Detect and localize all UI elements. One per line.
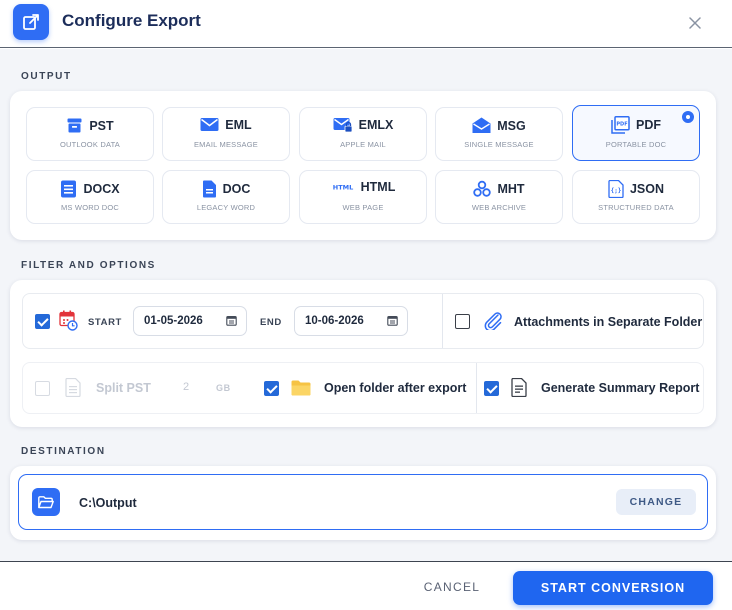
end-date-input[interactable]: 10-06-2026	[294, 306, 408, 336]
folder-open-icon	[32, 488, 60, 516]
paperclip-icon	[483, 312, 503, 330]
format-name: DOCX	[83, 182, 120, 196]
format-description: PORTABLE DOC	[605, 140, 667, 149]
calendar-icon	[387, 315, 398, 326]
envelope-open-icon	[472, 117, 491, 134]
format-description: SINGLE MESSAGE	[464, 140, 534, 149]
format-tile-mht[interactable]: MHT WEB ARCHIVE	[435, 170, 563, 224]
format-tile-doc[interactable]: DOC LEGACY WORD	[162, 170, 290, 224]
date-filter-row: START 01-05-2026 END 10-06-2026 Attachme…	[22, 293, 704, 349]
format-name: MSG	[497, 118, 526, 133]
filter-options-card: START 01-05-2026 END 10-06-2026 Attachme…	[10, 280, 716, 427]
format-name: PST	[89, 118, 114, 133]
format-description: WEB PAGE	[342, 203, 384, 212]
format-name: HTML	[360, 180, 396, 194]
format-name: EML	[225, 117, 252, 132]
format-name: DOC	[222, 182, 251, 196]
split-file-icon	[65, 378, 81, 397]
attachments-label: Attachments in Separate Folder	[514, 315, 703, 329]
dialog-header: Configure Export	[0, 0, 732, 48]
calendar-icon	[226, 315, 237, 326]
close-icon[interactable]	[684, 12, 706, 34]
divider	[476, 363, 477, 413]
format-tile-emlx[interactable]: EMLX APPLE MAIL	[299, 107, 427, 161]
calendar-clock-icon	[59, 310, 78, 331]
end-date-label: END	[260, 317, 282, 328]
svg-text:{;}: {;}	[611, 188, 622, 195]
filter-section-label: FILTER AND OPTIONS	[21, 260, 156, 271]
summary-report-checkbox[interactable]	[484, 381, 499, 396]
options-row: Split PST 2 GB Open folder after export …	[22, 362, 704, 414]
dialog-footer: CANCEL START CONVERSION	[0, 561, 732, 610]
format-tile-json[interactable]: {;} JSON STRUCTURED DATA	[572, 170, 700, 224]
pdf-icon: PDF	[611, 116, 630, 134]
attachments-checkbox[interactable]	[455, 314, 470, 329]
format-description: WEB ARCHIVE	[471, 203, 527, 212]
format-description: EMAIL MESSAGE	[193, 140, 258, 149]
change-destination-button[interactable]: CHANGE	[616, 489, 696, 515]
format-tile-html[interactable]: HTML HTML WEB PAGE	[299, 170, 427, 224]
format-name: PDF	[636, 118, 661, 132]
envelope-lock-icon	[333, 117, 353, 133]
start-date-value: 01-05-2026	[144, 315, 203, 327]
open-folder-checkbox[interactable]	[264, 381, 279, 396]
split-size-input[interactable]: 2	[183, 381, 189, 393]
svg-text:HTML: HTML	[332, 184, 352, 192]
json-icon: {;}	[608, 180, 624, 198]
output-format-card: PST OUTLOOK DATA EML EMAIL MESSAGE EMLX …	[10, 91, 716, 240]
export-icon	[13, 4, 49, 40]
format-description: STRUCTURED DATA	[598, 203, 674, 212]
destination-section-label: DESTINATION	[21, 446, 106, 457]
format-description: MS WORD DOC	[60, 203, 120, 212]
format-tile-eml[interactable]: EML EMAIL MESSAGE	[162, 107, 290, 161]
format-tile-pst[interactable]: PST OUTLOOK DATA	[26, 107, 154, 161]
format-tile-msg[interactable]: MSG SINGLE MESSAGE	[435, 107, 563, 161]
doc-icon	[202, 180, 217, 198]
format-description: APPLE MAIL	[340, 140, 386, 149]
start-date-input[interactable]: 01-05-2026	[133, 306, 247, 336]
html-icon: HTML	[331, 182, 355, 192]
format-tile-pdf[interactable]: PDF PDF PORTABLE DOC	[572, 105, 700, 161]
output-section-label: OUTPUT	[21, 71, 72, 82]
end-date-value: 10-06-2026	[305, 315, 364, 327]
archive-icon	[66, 117, 83, 134]
format-description: OUTLOOK DATA	[59, 140, 121, 149]
cancel-button[interactable]: CANCEL	[406, 575, 498, 599]
format-name: EMLX	[358, 118, 394, 132]
mht-icon	[473, 180, 492, 198]
format-description: LEGACY WORD	[196, 203, 256, 212]
dialog-title: Configure Export	[62, 11, 201, 30]
format-name: JSON	[629, 182, 665, 196]
destination-path: C:\Output	[79, 496, 137, 510]
svg-text:PDF: PDF	[616, 122, 627, 128]
start-date-label: START	[88, 317, 122, 328]
docx-icon	[60, 180, 77, 198]
folder-icon	[291, 380, 312, 396]
divider	[442, 294, 443, 348]
split-pst-label: Split PST	[96, 381, 151, 395]
summary-report-label: Generate Summary Report	[541, 381, 700, 395]
open-folder-label: Open folder after export	[324, 381, 467, 395]
report-icon	[511, 378, 527, 397]
split-unit-label: GB	[216, 383, 231, 393]
start-conversion-button[interactable]: START CONVERSION	[513, 571, 713, 605]
envelope-icon	[200, 117, 219, 132]
split-pst-checkbox[interactable]	[35, 381, 50, 396]
destination-field[interactable]: C:\Output CHANGE	[18, 474, 708, 530]
format-tile-docx[interactable]: DOCX MS WORD DOC	[26, 170, 154, 224]
format-name: MHT	[497, 182, 525, 196]
date-filter-checkbox[interactable]	[35, 314, 50, 329]
